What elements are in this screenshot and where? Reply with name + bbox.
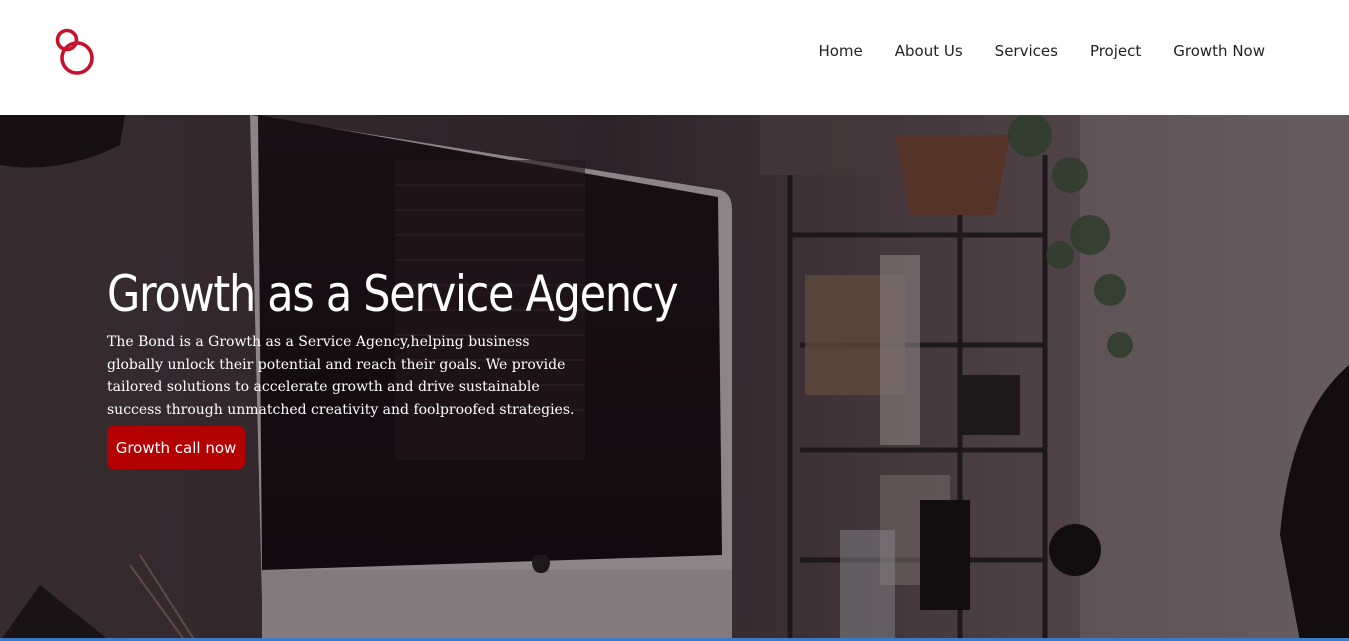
nav-item-project[interactable]: Project: [1090, 40, 1141, 62]
growth-call-button[interactable]: Growth call now: [107, 426, 245, 469]
hero-section: Growth as a Service Agency The Bond is a…: [0, 115, 1349, 641]
site-header: Home About Us Services Project Growth No…: [0, 0, 1349, 115]
hero-title: Growth as a Service Agency: [107, 265, 679, 323]
interlocking-rings-logo-icon[interactable]: [54, 27, 98, 77]
nav-item-services[interactable]: Services: [995, 40, 1058, 62]
nav-item-growth-now[interactable]: Growth Now: [1173, 40, 1265, 62]
main-nav: Home About Us Services Project Growth No…: [786, 40, 1265, 62]
nav-item-about-us[interactable]: About Us: [895, 40, 963, 62]
nav-item-home[interactable]: Home: [818, 40, 862, 62]
hero-description: The Bond is a Growth as a Service Agency…: [107, 334, 575, 418]
